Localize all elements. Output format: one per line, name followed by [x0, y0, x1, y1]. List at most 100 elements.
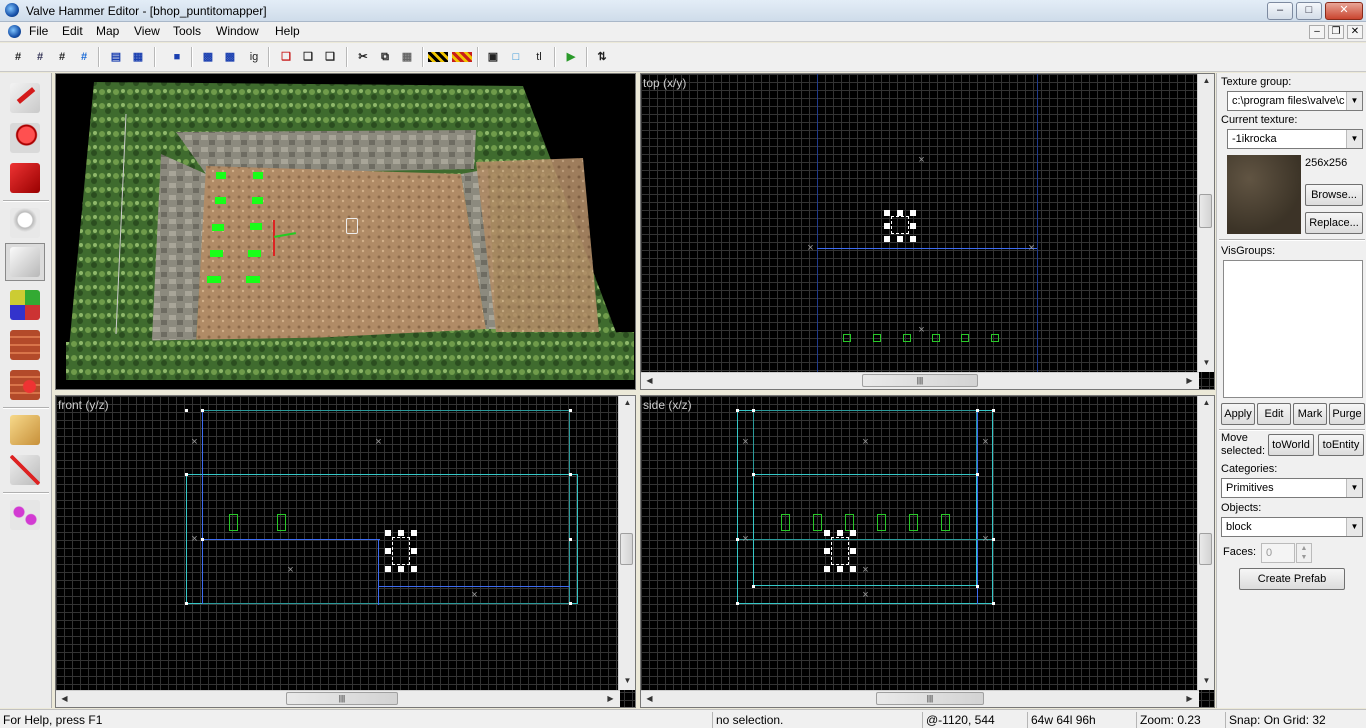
faces-input[interactable]: 0: [1261, 543, 1295, 563]
edit-button[interactable]: Edit: [1257, 403, 1291, 425]
selection-handle[interactable]: [884, 236, 890, 242]
scroll-up-icon[interactable]: ▲: [619, 398, 635, 407]
top-viewport-vscroll[interactable]: ▲ ▼: [1197, 74, 1214, 372]
entity-marker[interactable]: [248, 250, 261, 257]
texture-lock-scaling-icon[interactable]: [452, 52, 472, 62]
entity-marker[interactable]: [877, 514, 886, 531]
entity-marker[interactable]: [253, 172, 263, 179]
apply-current-texture-tool[interactable]: [5, 326, 45, 364]
objects-select[interactable]: block ▼: [1221, 517, 1363, 537]
close-button[interactable]: ✕: [1325, 2, 1363, 20]
visgroups-list[interactable]: [1223, 260, 1363, 398]
camera-viewport[interactable]: [55, 73, 636, 390]
vertex-manipulation-icon[interactable]: ▣: [483, 47, 503, 67]
show-all-icon[interactable]: ❑: [298, 47, 318, 67]
scroll-thumb[interactable]: |||: [862, 374, 978, 387]
copy-icon[interactable]: ⧉: [375, 47, 395, 67]
side-viewport-hscroll[interactable]: ◀ ||| ▶: [641, 690, 1199, 707]
entity-marker[interactable]: [991, 334, 999, 342]
current-texture-select[interactable]: -1ikrocka ▼: [1227, 129, 1363, 149]
selection-handle[interactable]: [910, 236, 916, 242]
front-viewport-hscroll[interactable]: ◀ ||| ▶: [56, 690, 620, 707]
cut-icon[interactable]: ✂: [353, 47, 373, 67]
clipping-icon[interactable]: □: [506, 47, 526, 67]
categories-select[interactable]: Primitives ▼: [1221, 478, 1363, 498]
carve-icon[interactable]: ▩: [198, 47, 218, 67]
mdi-close-button[interactable]: ✕: [1347, 25, 1363, 39]
scroll-thumb[interactable]: [1199, 533, 1212, 565]
entity-marker[interactable]: [252, 197, 263, 204]
menu-file[interactable]: File: [27, 24, 50, 38]
entity-marker[interactable]: [216, 172, 226, 179]
selection-handle[interactable]: [837, 530, 843, 536]
create-prefab-button[interactable]: Create Prefab: [1239, 568, 1345, 590]
selection-handle[interactable]: [385, 548, 391, 554]
scroll-thumb[interactable]: [1199, 194, 1212, 228]
texture-group-select[interactable]: c:\program files\valve\c ▼: [1227, 91, 1363, 111]
texture-application-tool[interactable]: [5, 286, 45, 324]
entity-marker[interactable]: [207, 276, 221, 283]
scroll-down-icon[interactable]: ▼: [1198, 358, 1214, 367]
hide-items-icon[interactable]: ❑: [276, 47, 296, 67]
mdi-restore-button[interactable]: ❐: [1328, 25, 1344, 39]
selection-handle[interactable]: [897, 236, 903, 242]
selection-handle[interactable]: [850, 566, 856, 572]
mark-button[interactable]: Mark: [1293, 403, 1327, 425]
entity-marker[interactable]: [843, 334, 851, 342]
grid-3d-icon[interactable]: #: [30, 47, 50, 67]
faces-spinner[interactable]: ▲ ▼: [1296, 543, 1312, 563]
entity-marker[interactable]: [903, 334, 911, 342]
selection-handle[interactable]: [824, 548, 830, 554]
entity-marker[interactable]: [941, 514, 950, 531]
decal-tool[interactable]: [5, 366, 45, 404]
selection-handle[interactable]: [411, 530, 417, 536]
selection-handle[interactable]: [850, 548, 856, 554]
top-viewport-hscroll[interactable]: ◀ ||| ▶: [641, 372, 1199, 389]
scroll-up-icon[interactable]: ▲: [1198, 398, 1214, 407]
ungroup-icon[interactable]: ▦: [128, 47, 148, 67]
document-icon[interactable]: [8, 25, 21, 38]
entity-marker[interactable]: [212, 224, 224, 231]
top-viewport[interactable]: top (x/y) × × × × ▲ ▼ ◀ ||| ▶: [640, 73, 1215, 390]
to-entity-icon[interactable]: ❑: [320, 47, 340, 67]
maximize-button[interactable]: □: [1296, 2, 1322, 20]
block-tool[interactable]: [5, 243, 45, 281]
text-tool-button[interactable]: tl: [529, 47, 549, 67]
grid-toggle-icon[interactable]: #: [8, 47, 28, 67]
menu-view[interactable]: View: [132, 24, 162, 38]
hollow-icon[interactable]: ▩: [220, 47, 240, 67]
entity-marker[interactable]: [845, 514, 854, 531]
info-entity-box[interactable]: [346, 218, 358, 234]
grid-larger-icon[interactable]: #: [74, 47, 94, 67]
entity-marker[interactable]: [932, 334, 940, 342]
menu-map[interactable]: Map: [94, 24, 121, 38]
entity-marker[interactable]: [210, 250, 223, 257]
scroll-down-icon[interactable]: ▼: [1198, 676, 1214, 685]
to-entity-button[interactable]: toEntity: [1318, 434, 1364, 456]
scroll-right-icon[interactable]: ▶: [602, 694, 619, 703]
grid-smaller-icon[interactable]: #: [52, 47, 72, 67]
selection-handle[interactable]: [385, 566, 391, 572]
magnify-tool[interactable]: [5, 119, 45, 157]
selection-handle[interactable]: [884, 210, 890, 216]
ignore-groups-button[interactable]: ig: [244, 47, 264, 67]
group-icon[interactable]: ▤: [106, 47, 126, 67]
selection-handle[interactable]: [910, 210, 916, 216]
selection-handle[interactable]: [411, 548, 417, 554]
selection-tool[interactable]: [5, 79, 45, 117]
entity-marker[interactable]: [909, 514, 918, 531]
browse-button[interactable]: Browse...: [1305, 184, 1363, 206]
run-map-icon[interactable]: ▶: [561, 47, 581, 67]
side-viewport-vscroll[interactable]: ▲ ▼: [1197, 396, 1214, 690]
selection-handle[interactable]: [411, 566, 417, 572]
scroll-thumb[interactable]: [620, 533, 633, 565]
scroll-thumb[interactable]: |||: [876, 692, 984, 705]
mdi-minimize-button[interactable]: –: [1309, 25, 1325, 39]
entity-marker[interactable]: [781, 514, 790, 531]
entity-marker[interactable]: [246, 276, 260, 283]
selection-handle[interactable]: [837, 566, 843, 572]
scroll-down-icon[interactable]: ▼: [619, 676, 635, 685]
scroll-left-icon[interactable]: ◀: [56, 694, 73, 703]
selection-handle[interactable]: [824, 566, 830, 572]
entity-marker[interactable]: [873, 334, 881, 342]
